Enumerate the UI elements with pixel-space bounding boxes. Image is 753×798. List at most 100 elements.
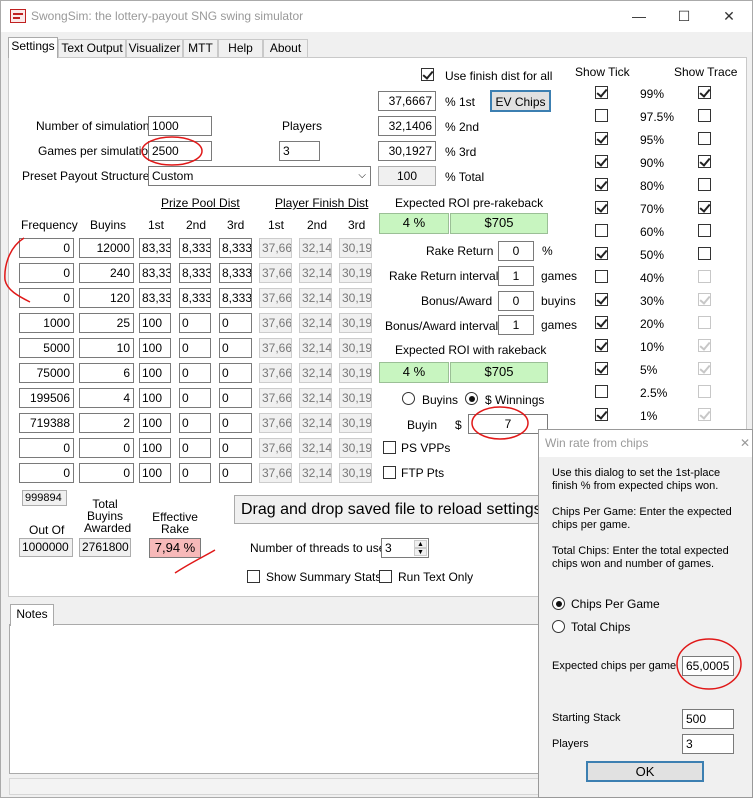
run-text-checkbox[interactable] xyxy=(379,570,392,583)
prize-3rd-input[interactable]: 0 xyxy=(219,363,252,383)
drag-drop-zone[interactable]: Drag and drop saved file to reload setti… xyxy=(234,495,552,524)
prize-1st-input[interactable]: 100 xyxy=(139,413,171,433)
prize-1st-input[interactable]: 100 xyxy=(139,463,171,483)
show-tick-checkbox[interactable] xyxy=(595,247,608,260)
show-tick-checkbox[interactable] xyxy=(595,270,608,283)
pct-3rd-input[interactable]: 30,1927 xyxy=(378,141,436,161)
show-tick-checkbox[interactable] xyxy=(595,316,608,329)
winnings-radio[interactable] xyxy=(465,392,478,405)
show-trace-checkbox[interactable] xyxy=(698,178,711,191)
show-tick-checkbox[interactable] xyxy=(595,339,608,352)
bonus-input[interactable]: 0 xyxy=(498,291,534,311)
prize-1st-input[interactable]: 83,33 xyxy=(139,238,171,258)
frequency-input[interactable]: 1000 xyxy=(19,313,74,333)
prize-2nd-input[interactable]: 0 xyxy=(179,413,211,433)
minimize-button[interactable]: — xyxy=(616,1,662,32)
prize-2nd-input[interactable]: 0 xyxy=(179,338,211,358)
tab-about[interactable]: About xyxy=(263,39,308,57)
chips-per-game-radio[interactable] xyxy=(552,597,565,610)
prize-2nd-input[interactable]: 8,333 xyxy=(179,288,211,308)
prize-2nd-input[interactable]: 8,333 xyxy=(179,263,211,283)
tab-text-output[interactable]: Text Output xyxy=(58,39,126,57)
buyins-input[interactable]: 240 xyxy=(79,263,134,283)
prize-2nd-input[interactable]: 0 xyxy=(179,463,211,483)
close-button[interactable]: ✕ xyxy=(706,1,752,32)
show-tick-checkbox[interactable] xyxy=(595,178,608,191)
prize-3rd-input[interactable]: 8,333 xyxy=(219,288,252,308)
show-trace-checkbox[interactable] xyxy=(698,316,711,329)
show-trace-checkbox[interactable] xyxy=(698,201,711,214)
prize-1st-input[interactable]: 100 xyxy=(139,438,171,458)
show-trace-checkbox[interactable] xyxy=(698,132,711,145)
expected-chips-input[interactable]: 65,0005 xyxy=(682,656,734,676)
prize-1st-input[interactable]: 83,33 xyxy=(139,263,171,283)
show-trace-checkbox[interactable] xyxy=(698,247,711,260)
frequency-input[interactable]: 0 xyxy=(19,238,74,258)
tab-help[interactable]: Help xyxy=(218,39,263,57)
tab-mtt[interactable]: MTT xyxy=(183,39,218,57)
buyins-input[interactable]: 6 xyxy=(79,363,134,383)
show-trace-checkbox[interactable] xyxy=(698,270,711,283)
use-finish-checkbox[interactable] xyxy=(421,68,434,81)
buyin-input[interactable]: 7 xyxy=(468,414,548,434)
prize-3rd-input[interactable]: 0 xyxy=(219,388,252,408)
show-trace-checkbox[interactable] xyxy=(698,362,711,375)
frequency-input[interactable]: 0 xyxy=(19,463,74,483)
prize-3rd-input[interactable]: 0 xyxy=(219,463,252,483)
prize-2nd-input[interactable]: 0 xyxy=(179,313,211,333)
prize-3rd-input[interactable]: 0 xyxy=(219,338,252,358)
tab-notes[interactable]: Notes xyxy=(10,604,54,626)
rake-interval-input[interactable]: 1 xyxy=(498,266,534,286)
preset-select[interactable]: Custom ⌵ xyxy=(148,166,371,186)
bonus-interval-input[interactable]: 1 xyxy=(498,315,534,335)
show-tick-checkbox[interactable] xyxy=(595,293,608,306)
prize-2nd-input[interactable]: 8,333 xyxy=(179,238,211,258)
pct-2nd-input[interactable]: 32,1406 xyxy=(378,116,436,136)
maximize-button[interactable]: ☐ xyxy=(661,1,707,32)
rake-return-input[interactable]: 0 xyxy=(498,241,534,261)
show-trace-checkbox[interactable] xyxy=(698,293,711,306)
frequency-input[interactable]: 199506 xyxy=(19,388,74,408)
frequency-input[interactable]: 75000 xyxy=(19,363,74,383)
show-tick-checkbox[interactable] xyxy=(595,362,608,375)
pct-1st-input[interactable]: 37,6667 xyxy=(378,91,436,111)
prize-3rd-input[interactable]: 8,333 xyxy=(219,238,252,258)
show-tick-checkbox[interactable] xyxy=(595,86,608,99)
prize-2nd-input[interactable]: 0 xyxy=(179,363,211,383)
prize-1st-input[interactable]: 100 xyxy=(139,313,171,333)
show-trace-checkbox[interactable] xyxy=(698,339,711,352)
frequency-input[interactable]: 0 xyxy=(19,438,74,458)
games-input[interactable]: 2500 xyxy=(148,141,212,161)
frequency-input[interactable]: 0 xyxy=(19,263,74,283)
prize-3rd-input[interactable]: 0 xyxy=(219,438,252,458)
frequency-input[interactable]: 719388 xyxy=(19,413,74,433)
prize-3rd-input[interactable]: 8,333 xyxy=(219,263,252,283)
starting-stack-input[interactable]: 500 xyxy=(682,709,734,729)
show-trace-checkbox[interactable] xyxy=(698,224,711,237)
show-tick-checkbox[interactable] xyxy=(595,385,608,398)
buyins-input[interactable]: 25 xyxy=(79,313,134,333)
prize-1st-input[interactable]: 100 xyxy=(139,363,171,383)
buyins-radio[interactable] xyxy=(402,392,415,405)
buyins-input[interactable]: 120 xyxy=(79,288,134,308)
show-trace-checkbox[interactable] xyxy=(698,86,711,99)
spin-up-icon[interactable]: ▲ xyxy=(414,540,427,548)
prize-3rd-input[interactable]: 0 xyxy=(219,413,252,433)
show-tick-checkbox[interactable] xyxy=(595,201,608,214)
ps-vpps-checkbox[interactable] xyxy=(383,441,396,454)
buyins-input[interactable]: 4 xyxy=(79,388,134,408)
tab-visualizer[interactable]: Visualizer xyxy=(126,39,183,57)
players-input[interactable]: 3 xyxy=(279,141,320,161)
ftp-pts-checkbox[interactable] xyxy=(383,466,396,479)
buyins-input[interactable]: 12000 xyxy=(79,238,134,258)
tab-settings[interactable]: Settings xyxy=(8,37,58,58)
frequency-input[interactable]: 0 xyxy=(19,288,74,308)
spin-down-icon[interactable]: ▼ xyxy=(414,548,427,556)
frequency-input[interactable]: 5000 xyxy=(19,338,74,358)
show-trace-checkbox[interactable] xyxy=(698,109,711,122)
threads-spinner[interactable]: 3 ▲ ▼ xyxy=(381,538,429,558)
show-tick-checkbox[interactable] xyxy=(595,224,608,237)
num-sims-input[interactable]: 1000 xyxy=(148,116,212,136)
prize-2nd-input[interactable]: 0 xyxy=(179,438,211,458)
show-trace-checkbox[interactable] xyxy=(698,155,711,168)
